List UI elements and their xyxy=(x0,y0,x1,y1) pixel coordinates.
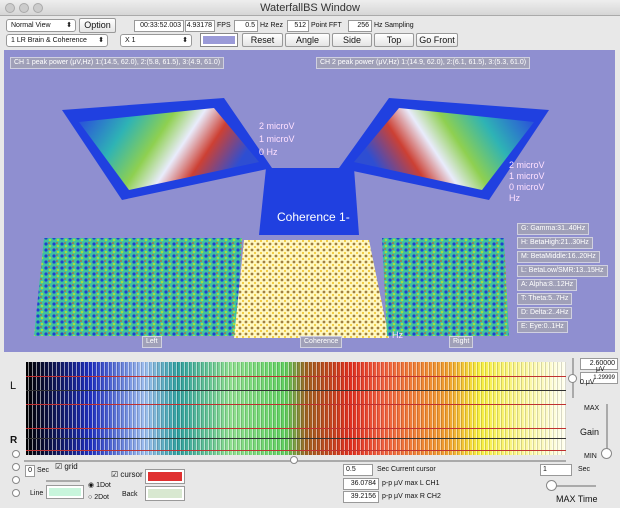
fft-field[interactable]: 512 xyxy=(287,20,309,32)
max-time-label: MAX Time xyxy=(556,494,598,504)
grid-line xyxy=(26,450,566,451)
left-panel-map xyxy=(34,238,242,336)
close-button[interactable] xyxy=(5,3,15,13)
window-title: WaterfallBS Window xyxy=(260,2,360,14)
fps-field[interactable]: 4.93178 xyxy=(185,20,215,32)
back-color-button[interactable] xyxy=(145,486,185,501)
channel-l-label: L xyxy=(10,380,17,392)
ch2-max-label: p-p μV max R CH2 xyxy=(382,493,441,500)
color-swatch xyxy=(203,36,235,44)
cursor-color-button[interactable] xyxy=(145,469,185,484)
go-front-button[interactable]: Go Front xyxy=(416,33,458,47)
channel-r-label: R xyxy=(10,435,18,446)
cursor-sec-label: Sec Current cursor xyxy=(377,466,436,473)
dot2-label: 2Dot xyxy=(94,494,109,501)
cursor-color-swatch xyxy=(148,472,182,481)
grid-checkbox[interactable]: ☑ grid xyxy=(55,462,78,471)
time-scroll-thumb[interactable] xyxy=(290,456,298,464)
max-time-slider-thumb[interactable] xyxy=(546,480,557,491)
zero-uv-label: 0 μV xyxy=(580,379,595,386)
coherence-panel-label: Coherence xyxy=(300,336,343,348)
right-axis-labels: 2 microV 1 microV 0 microV Hz xyxy=(509,160,545,203)
coherence-title: Coherence 1- xyxy=(277,210,350,224)
line-color-swatch xyxy=(49,488,81,496)
display-mode-select[interactable]: 1 LR Brain & Coherence xyxy=(6,34,108,47)
band-betalow: L: BetaLow/SMR:13..15Hz xyxy=(517,265,608,277)
back-label: Back xyxy=(122,491,138,498)
band-delta: D: Delta:2..4Hz xyxy=(517,307,573,319)
reset-button[interactable]: Reset xyxy=(242,33,283,47)
sec-field[interactable]: 0 xyxy=(25,465,35,477)
uv-slider-thumb[interactable] xyxy=(568,374,577,383)
radio-option[interactable] xyxy=(12,476,20,484)
hz-rez-label: Hz Rez xyxy=(260,22,283,29)
dot2-radio[interactable]: ○ 2Dot xyxy=(88,492,109,504)
sampling-field[interactable]: 256 xyxy=(348,20,372,32)
hz-rez-field[interactable]: 0.5 xyxy=(234,20,258,32)
waterfall-spectrogram[interactable] xyxy=(26,362,566,455)
ch2-peak-label: CH 2 peak power (μV,Hz) 1:(14.9, 62.0), … xyxy=(316,57,531,69)
scale-select[interactable]: X 1 xyxy=(120,34,192,47)
gain-label: Gain xyxy=(580,427,600,437)
cursor-label: cursor xyxy=(120,470,143,479)
cursor-checkbox[interactable]: ☑ cursor xyxy=(111,470,143,479)
time-field[interactable]: 00:33:52.003 xyxy=(134,20,184,32)
right-panel-label: Right xyxy=(449,336,474,348)
sampling-label: Hz Sampling xyxy=(374,22,414,29)
grid-slider[interactable] xyxy=(46,480,80,482)
band-eye: E: Eye:0..1Hz xyxy=(517,321,568,333)
color-swatch-button[interactable] xyxy=(200,33,238,47)
sec-label: Sec xyxy=(37,467,50,474)
band-alpha: A: Alpha:8..12Hz xyxy=(517,279,578,291)
grid-line xyxy=(26,428,566,429)
radio-option[interactable] xyxy=(12,489,20,497)
fft-label: Point FFT xyxy=(311,22,342,29)
top-button[interactable]: Top xyxy=(374,33,414,47)
view-mode-select[interactable]: Normal View xyxy=(6,19,76,32)
max-time-sec-label: Sec xyxy=(578,466,591,473)
title-bar: WaterfallBS Window xyxy=(0,0,620,16)
band-betahigh: H: BetaHigh:21..30Hz xyxy=(517,237,593,249)
radio-option[interactable] xyxy=(12,450,20,458)
dot1-label: 1Dot xyxy=(96,482,111,489)
band-gamma: G: Gamma:31..40Hz xyxy=(517,223,590,235)
line-color-button[interactable] xyxy=(46,485,84,499)
band-theta: T: Theta:5..7Hz xyxy=(517,293,573,305)
coherence-plate xyxy=(259,168,359,235)
left-panel-label: Left xyxy=(142,336,162,348)
grid-line xyxy=(26,376,566,377)
zoom-button[interactable] xyxy=(33,3,43,13)
coherence-hz-label: Hz xyxy=(392,330,403,340)
dot1-radio[interactable]: ◉ 1Dot xyxy=(88,480,111,492)
minimize-button[interactable] xyxy=(19,3,29,13)
coherence-panel-map xyxy=(234,240,389,338)
ch1-max-field: 36.0784 xyxy=(343,478,379,490)
grid-line xyxy=(26,438,566,439)
gain-slider-thumb[interactable] xyxy=(601,448,612,459)
uv-unit: μV xyxy=(596,366,605,373)
grid-line xyxy=(26,390,566,391)
fps-label: FPS xyxy=(217,22,231,29)
gain-min-label: MIN xyxy=(584,453,597,460)
cursor-sec-field[interactable]: 0.5 xyxy=(343,464,373,476)
3d-view[interactable]: CH 1 peak power (μV,Hz) 1:(14.5, 62.0), … xyxy=(4,50,615,352)
back-color-swatch xyxy=(148,489,182,498)
line-label: Line xyxy=(30,490,44,497)
side-button[interactable]: Side xyxy=(332,33,372,47)
grid-line xyxy=(26,404,566,405)
ch1-peak-label: CH 1 peak power (μV,Hz) 1:(14.5, 62.0), … xyxy=(10,57,225,69)
right-panel-map xyxy=(382,238,509,336)
grid-label: grid xyxy=(64,462,78,471)
ch2-max-field: 39.2156 xyxy=(343,491,379,503)
ch1-max-label: p-p μV max L CH1 xyxy=(382,480,440,487)
band-betamiddle: M: BetaMiddle:16..20Hz xyxy=(517,251,600,263)
angle-button[interactable]: Angle xyxy=(285,33,330,47)
band-legend: G: Gamma:31..40Hz H: BetaHigh:21..30Hz M… xyxy=(517,223,615,333)
radio-option[interactable] xyxy=(12,463,20,471)
option-button[interactable]: Option xyxy=(79,18,116,33)
max-time-field[interactable]: 1 xyxy=(540,464,572,476)
left-axis-labels: 2 microV 1 microV 0 Hz xyxy=(259,121,295,157)
gain-max-label: MAX xyxy=(584,405,600,412)
